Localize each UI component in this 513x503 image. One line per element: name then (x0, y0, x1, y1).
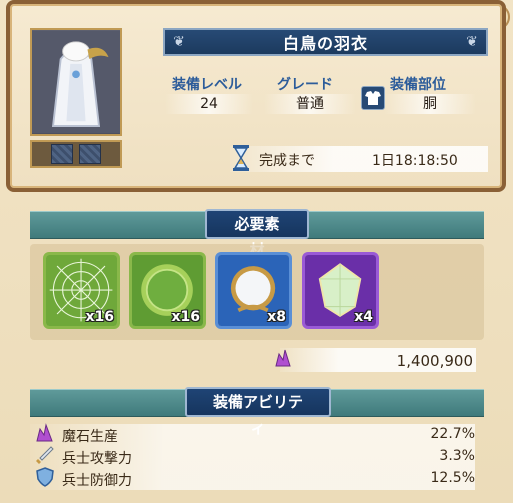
material-crystal[interactable]: x4 (302, 252, 379, 329)
material-count: x4 (354, 309, 373, 325)
magic-stone-icon (275, 349, 291, 367)
ornament-icon: ❦ (466, 34, 478, 50)
cost-value: 1,400,900 (396, 352, 473, 370)
level-value: 24 (165, 94, 253, 114)
sword-icon (36, 446, 54, 464)
grade-value: 普通 (264, 94, 356, 114)
ability-value: 3.3% (439, 448, 475, 464)
completion-time: 1日18:18:50 (372, 153, 458, 169)
ability-label: 兵士攻撃力 (62, 451, 132, 467)
materials-title: 必要素材 (205, 209, 309, 259)
slot-2 (79, 144, 101, 164)
part-label: 装備部位 (390, 77, 446, 93)
item-name-bar: ❦ 白鳥の羽衣 ❦ (163, 28, 488, 56)
material-spider-web[interactable]: x16 (43, 252, 120, 329)
material-green-ring[interactable]: x16 (129, 252, 206, 329)
feather-robe-image (32, 30, 120, 134)
slot-1 (51, 144, 73, 164)
item-name: 白鳥の羽衣 (282, 34, 368, 53)
material-mirror[interactable]: x8 (215, 252, 292, 329)
completion-label: 完成まで (259, 153, 315, 169)
shield-icon (36, 467, 54, 487)
item-portrait (30, 28, 122, 136)
equipment-slots (30, 140, 122, 168)
material-count: x8 (267, 309, 286, 325)
ability-value: 22.7% (430, 426, 475, 442)
material-count: x16 (85, 309, 114, 325)
abilities-title: 装備アビリティ (185, 387, 331, 437)
part-value: 胴 (384, 94, 476, 114)
hourglass-icon (233, 145, 249, 171)
ability-label: 魔石生産 (62, 429, 118, 445)
ornament-icon: ❦ (173, 34, 185, 50)
ability-label: 兵士防御力 (62, 473, 132, 489)
magic-stone-icon (36, 423, 53, 442)
armor-icon (361, 86, 385, 110)
ability-value: 12.5% (430, 470, 475, 486)
material-count: x16 (171, 309, 200, 325)
grade-label: グレード (277, 77, 333, 93)
level-label: 装備レベル (172, 77, 242, 93)
